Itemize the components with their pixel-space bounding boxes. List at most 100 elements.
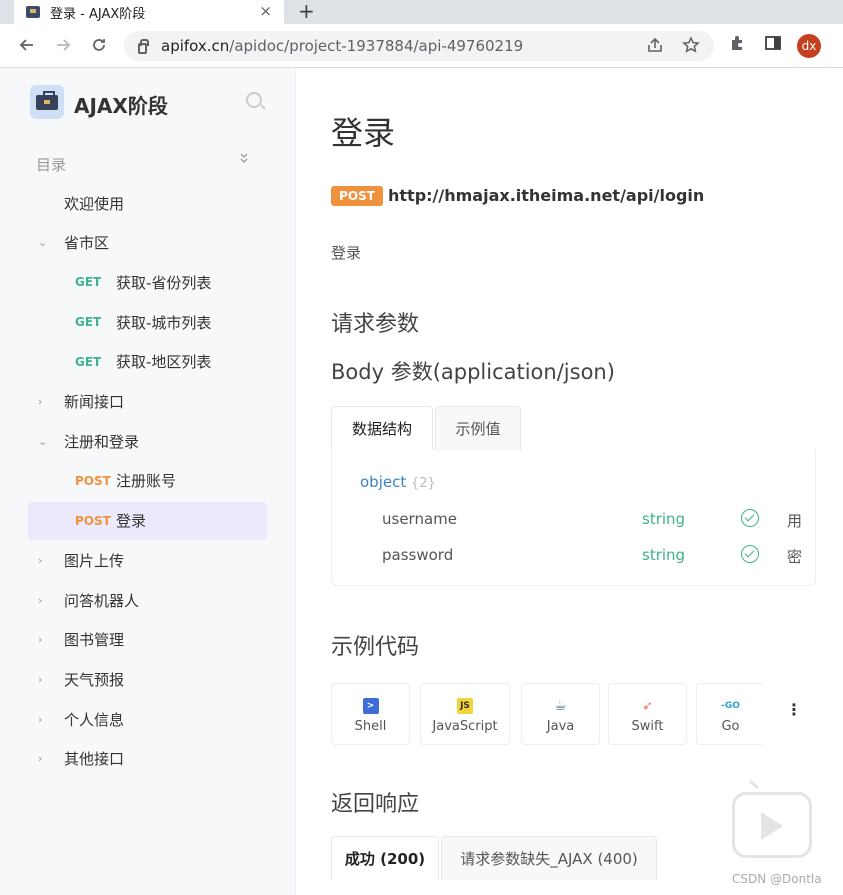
code-lang-swift[interactable]: ➶ Swift bbox=[608, 683, 687, 745]
body-params-heading: Body 参数(application/json) bbox=[331, 360, 615, 384]
lock-icon bbox=[138, 38, 149, 54]
sidebar-item[interactable]: POST 登录 bbox=[28, 501, 267, 540]
forward-icon[interactable] bbox=[50, 32, 76, 58]
code-lang-label: Java bbox=[546, 719, 575, 734]
code-lang-label: Swift bbox=[631, 719, 664, 734]
request-params-heading: 请求参数 bbox=[331, 312, 420, 337]
swift-icon: ➶ bbox=[642, 698, 653, 714]
required-check-icon bbox=[741, 545, 759, 563]
chevron-down-icon[interactable]: ⌄ bbox=[38, 435, 47, 448]
sidebar-item[interactable]: GET 获取-地区列表 bbox=[28, 343, 267, 381]
chevron-down-icon[interactable]: ⌄ bbox=[38, 236, 47, 249]
javascript-icon: JS bbox=[457, 698, 473, 714]
sidebar-item[interactable]: › 新闻接口 bbox=[28, 383, 267, 421]
share-icon[interactable] bbox=[646, 36, 664, 58]
tab-response-400[interactable]: 请求参数缺失_AJAX (400) bbox=[441, 836, 657, 880]
code-lang-label: JavaScript bbox=[432, 719, 498, 734]
sidebar-item[interactable]: › 图书管理 bbox=[28, 621, 267, 659]
sidebar-item-label: 其他接口 bbox=[64, 750, 125, 769]
sidebar-item[interactable]: › 图片上传 bbox=[28, 541, 267, 579]
sidebar-item[interactable]: › 个人信息 bbox=[28, 700, 267, 738]
sidebar-item-label: 注册账号 bbox=[116, 472, 177, 491]
method-tag: GET bbox=[75, 315, 102, 330]
method-tag: GET bbox=[75, 275, 102, 290]
tab-example-value[interactable]: 示例值 bbox=[435, 406, 521, 450]
reload-icon[interactable] bbox=[86, 32, 112, 58]
browser-tabbar: 登录 - AJAX阶段 × + bbox=[0, 0, 843, 24]
field-type: string bbox=[642, 510, 686, 528]
sidebar-item-label: 图片上传 bbox=[64, 551, 125, 570]
watermark: CSDN @Dontla bbox=[732, 872, 822, 886]
favicon-icon bbox=[26, 6, 40, 18]
code-lang-javascript[interactable]: JS JavaScript bbox=[420, 683, 510, 745]
sidebar-item-label: 登录 bbox=[116, 512, 147, 531]
tab-title: 登录 - AJAX阶段 bbox=[50, 6, 146, 22]
url-path: /apidoc/project-1937884/api-49760219 bbox=[229, 37, 524, 55]
profile-avatar[interactable]: dx bbox=[797, 34, 821, 58]
sidebar-item[interactable]: 欢迎使用 bbox=[28, 184, 267, 222]
close-tab-icon[interactable]: × bbox=[259, 2, 272, 20]
chevron-right-icon[interactable]: › bbox=[38, 713, 42, 726]
chevron-right-icon[interactable]: › bbox=[38, 752, 42, 765]
chevron-right-icon[interactable]: › bbox=[38, 673, 42, 686]
method-tag: POST bbox=[75, 513, 111, 528]
url-host: apifox.cn bbox=[161, 37, 230, 55]
method-badge: POST bbox=[331, 186, 383, 206]
new-tab-icon[interactable]: + bbox=[298, 0, 315, 22]
code-lang-java[interactable]: ☕ Java bbox=[521, 683, 600, 745]
code-lang-shell[interactable]: > Shell bbox=[331, 683, 410, 745]
more-languages-icon[interactable]: ⋮ bbox=[786, 700, 802, 719]
schema-root[interactable]: object {2} bbox=[360, 473, 436, 491]
example-code-heading: 示例代码 bbox=[331, 635, 420, 660]
extensions-icon[interactable] bbox=[728, 34, 746, 56]
required-check-icon bbox=[741, 509, 759, 527]
schema-panel: object {2} username string 用 password st… bbox=[331, 449, 816, 586]
chevron-right-icon[interactable]: › bbox=[38, 633, 42, 646]
chevron-right-icon[interactable]: › bbox=[38, 554, 42, 567]
page-title: 登录 bbox=[331, 114, 396, 152]
sidebar-item[interactable]: GET 获取-城市列表 bbox=[28, 303, 267, 341]
sidebar-item[interactable]: ⌄ 注册和登录 bbox=[28, 422, 267, 460]
sidebar-item[interactable]: POST 注册账号 bbox=[28, 462, 267, 500]
sidebar-item-label: 图书管理 bbox=[64, 631, 125, 650]
sidebar-item-label: 省市区 bbox=[64, 234, 110, 253]
sidepanel-icon[interactable] bbox=[764, 34, 782, 56]
sidebar-item[interactable]: › 天气预报 bbox=[28, 660, 267, 698]
sidebar-item[interactable]: › 其他接口 bbox=[28, 740, 267, 778]
bookmark-star-icon[interactable] bbox=[682, 36, 700, 58]
sidebar-item-label: 个人信息 bbox=[64, 710, 125, 729]
collapse-all-icon[interactable] bbox=[239, 152, 249, 167]
code-lang-go[interactable]: -GO Go bbox=[696, 683, 764, 745]
method-tag: POST bbox=[75, 473, 111, 488]
shell-icon: > bbox=[362, 698, 379, 714]
method-tag: GET bbox=[75, 354, 102, 369]
briefcase-icon bbox=[36, 91, 58, 110]
schema-root-count: {2} bbox=[411, 476, 436, 491]
sidebar-item[interactable]: GET 获取-省份列表 bbox=[28, 263, 267, 301]
search-icon[interactable] bbox=[246, 92, 262, 108]
sidebar-item[interactable]: › 问答机器人 bbox=[28, 581, 267, 619]
field-type: string bbox=[642, 546, 686, 564]
chevron-right-icon[interactable]: › bbox=[38, 594, 42, 607]
sidebar-item-label: 获取-省份列表 bbox=[116, 273, 212, 292]
field-description: 密 bbox=[787, 548, 803, 566]
sidebar-item-label: 天气预报 bbox=[64, 670, 125, 689]
sidebar-item-label: 注册和登录 bbox=[64, 432, 140, 451]
sidebar-item-label: 获取-城市列表 bbox=[116, 313, 212, 332]
api-url: http://hmajax.itheima.net/api/login bbox=[388, 186, 705, 205]
sidebar-item[interactable]: ⌄ 省市区 bbox=[28, 224, 267, 262]
back-icon[interactable] bbox=[14, 32, 40, 58]
sidebar-item-label: 获取-地区列表 bbox=[116, 353, 212, 372]
project-title: AJAX阶段 bbox=[74, 94, 168, 118]
tab-response-200[interactable]: 成功 (200) bbox=[331, 836, 439, 880]
response-heading: 返回响应 bbox=[331, 792, 420, 817]
chevron-right-icon[interactable]: › bbox=[38, 395, 42, 408]
field-description: 用 bbox=[787, 512, 803, 530]
code-lang-label: Shell bbox=[354, 719, 387, 734]
tab-data-structure[interactable]: 数据结构 bbox=[331, 406, 433, 450]
project-logo bbox=[30, 85, 64, 119]
browser-tab[interactable]: 登录 - AJAX阶段 × bbox=[14, 0, 284, 24]
field-name: username bbox=[382, 510, 457, 528]
video-play-icon[interactable] bbox=[732, 792, 812, 858]
address-bar[interactable]: apifox.cn/apidoc/project-1937884/api-497… bbox=[124, 31, 714, 61]
